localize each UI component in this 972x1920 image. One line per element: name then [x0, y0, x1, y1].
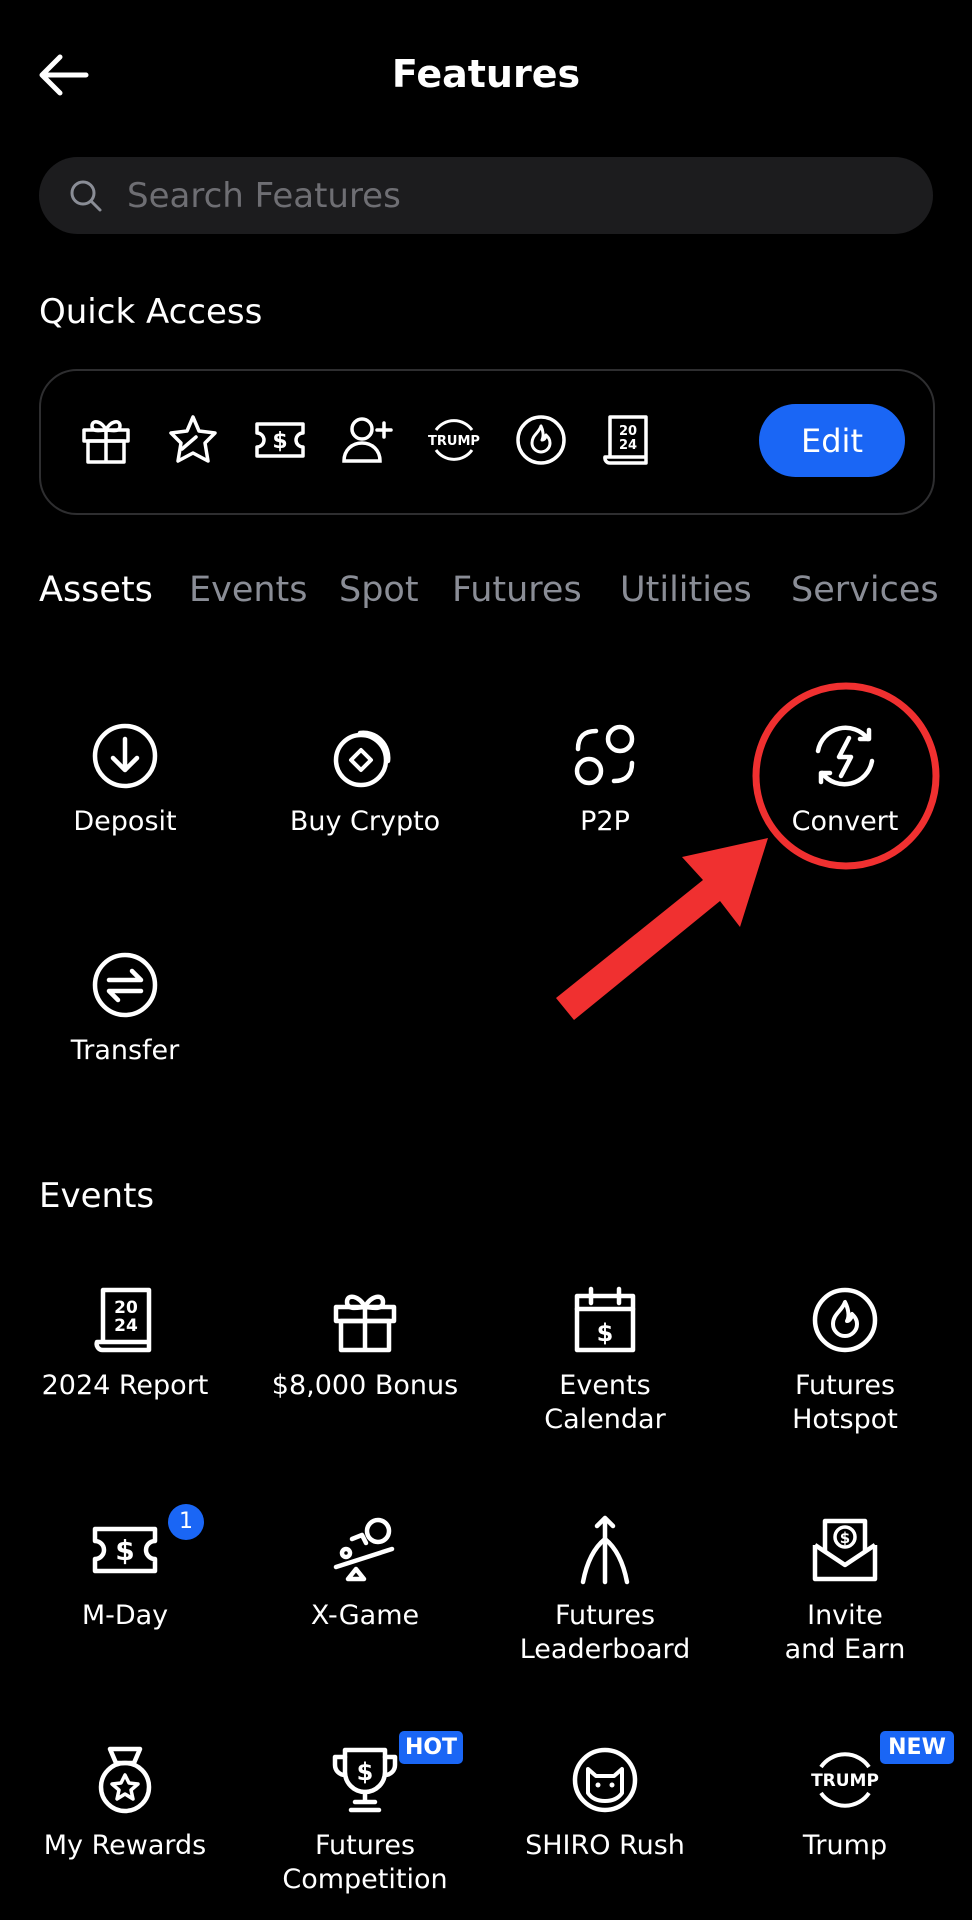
search-icon [70, 180, 102, 212]
feature-label: My Rewards [43, 1830, 207, 1861]
feature-label: Futures Competition [282, 1830, 448, 1895]
transfer-icon [92, 952, 158, 1018]
ticket-dollar-icon: $ [92, 1526, 158, 1574]
feature-events-calendar[interactable]: $ Events Calendar [485, 1285, 725, 1437]
feature-label: $8,000 Bonus [271, 1370, 459, 1401]
svg-text:TRUMP: TRUMP [811, 1771, 879, 1791]
events-section-heading: Events [39, 1176, 155, 1216]
svg-text:$: $ [597, 1319, 614, 1347]
feature-futures-leaderboard[interactable]: Futures Leaderboard [485, 1515, 725, 1667]
star-badge-icon[interactable] [166, 413, 220, 467]
feature-futures-competition[interactable]: $ Futures Competition [245, 1745, 485, 1897]
x-game-icon [333, 1517, 395, 1582]
svg-text:20: 20 [114, 1298, 138, 1318]
svg-text:$: $ [272, 429, 287, 454]
svg-text:24: 24 [619, 438, 637, 453]
svg-text:20: 20 [619, 424, 637, 439]
feature-label: Futures Hotspot [792, 1370, 898, 1435]
flame-icon[interactable] [514, 413, 568, 467]
feature-convert[interactable]: Convert [725, 721, 965, 839]
add-user-icon[interactable] [340, 413, 394, 467]
feature-buy-crypto[interactable]: Buy Crypto [245, 721, 485, 839]
svg-text:$: $ [840, 1529, 850, 1547]
feature-label: P2P [580, 806, 630, 837]
notification-badge: 1 [168, 1504, 204, 1540]
new-badge: NEW [880, 1731, 954, 1764]
convert-icon [815, 725, 875, 787]
trump-icon: TRUMP [811, 1752, 879, 1808]
feature-invite-and-earn[interactable]: $ Invite and Earn [725, 1515, 965, 1667]
feature-label: Futures Leaderboard [519, 1600, 691, 1665]
report-2024-icon: 20 24 [94, 1287, 152, 1353]
feature-label: Buy Crypto [289, 806, 441, 837]
p2p-icon [574, 724, 635, 786]
feature-m-day[interactable]: $ M-Day [5, 1515, 245, 1633]
feature-label: Events Calendar [544, 1370, 666, 1435]
feature-deposit[interactable]: Deposit [5, 721, 245, 839]
trophy-icon: $ [332, 1747, 398, 1813]
calendar-dollar-icon: $ [574, 1286, 636, 1353]
pointer-arrow [556, 838, 768, 1020]
feature-label: X-Game [310, 1600, 420, 1631]
feature-label: Convert [791, 806, 899, 837]
buy-crypto-icon [333, 730, 391, 788]
feature-label: Trump [802, 1830, 888, 1861]
feature-label: Transfer [70, 1035, 180, 1066]
tab-assets[interactable]: Assets [39, 570, 153, 610]
svg-text:$: $ [115, 1534, 134, 1567]
gift-icon [333, 1294, 397, 1353]
feature-my-rewards[interactable]: My Rewards [5, 1745, 245, 1863]
svg-text:24: 24 [114, 1316, 138, 1336]
feature-transfer[interactable]: Transfer [5, 950, 245, 1068]
cat-icon [572, 1747, 638, 1813]
ticket-dollar-icon[interactable]: $ [253, 413, 307, 467]
feature-label: Invite and Earn [784, 1600, 906, 1665]
flame-icon [812, 1287, 878, 1353]
feature-p2p[interactable]: P2P [485, 721, 725, 839]
feature-label: SHIRO Rush [525, 1830, 685, 1861]
tab-events[interactable]: Events [189, 570, 308, 610]
gift-icon[interactable] [79, 413, 133, 467]
tab-services[interactable]: Services [791, 570, 939, 610]
feature-x-game[interactable]: X-Game [245, 1515, 485, 1633]
edit-button[interactable]: Edit [759, 404, 905, 477]
feature-label: M-Day [81, 1600, 169, 1631]
feature-shiro-rush[interactable]: SHIRO Rush [485, 1745, 725, 1863]
invite-envelope-icon: $ [812, 1518, 878, 1582]
tab-utilities[interactable]: Utilities [620, 570, 752, 610]
leaderboard-icon [580, 1515, 630, 1585]
medal-icon [98, 1746, 152, 1814]
feature-2024-report[interactable]: 20 24 2024 Report [5, 1285, 245, 1403]
page-title: Features [391, 52, 581, 96]
tab-futures[interactable]: Futures [452, 570, 582, 610]
report-2024-icon[interactable]: 20 24 [601, 413, 655, 467]
feature-label: 2024 Report [41, 1370, 209, 1401]
quick-access-title: Quick Access [39, 292, 263, 332]
feature-futures-hotspot[interactable]: Futures Hotspot [725, 1285, 965, 1437]
feature-8000-bonus[interactable]: $8,000 Bonus [245, 1285, 485, 1403]
trump-icon[interactable]: TRUMP [427, 413, 481, 467]
search-input[interactable] [125, 170, 889, 222]
deposit-icon [92, 723, 158, 789]
tab-spot[interactable]: Spot [339, 570, 419, 610]
feature-label: Deposit [73, 806, 177, 837]
hot-badge: HOT [399, 1731, 463, 1764]
svg-text:$: $ [357, 1758, 374, 1786]
svg-text:TRUMP: TRUMP [428, 434, 480, 449]
